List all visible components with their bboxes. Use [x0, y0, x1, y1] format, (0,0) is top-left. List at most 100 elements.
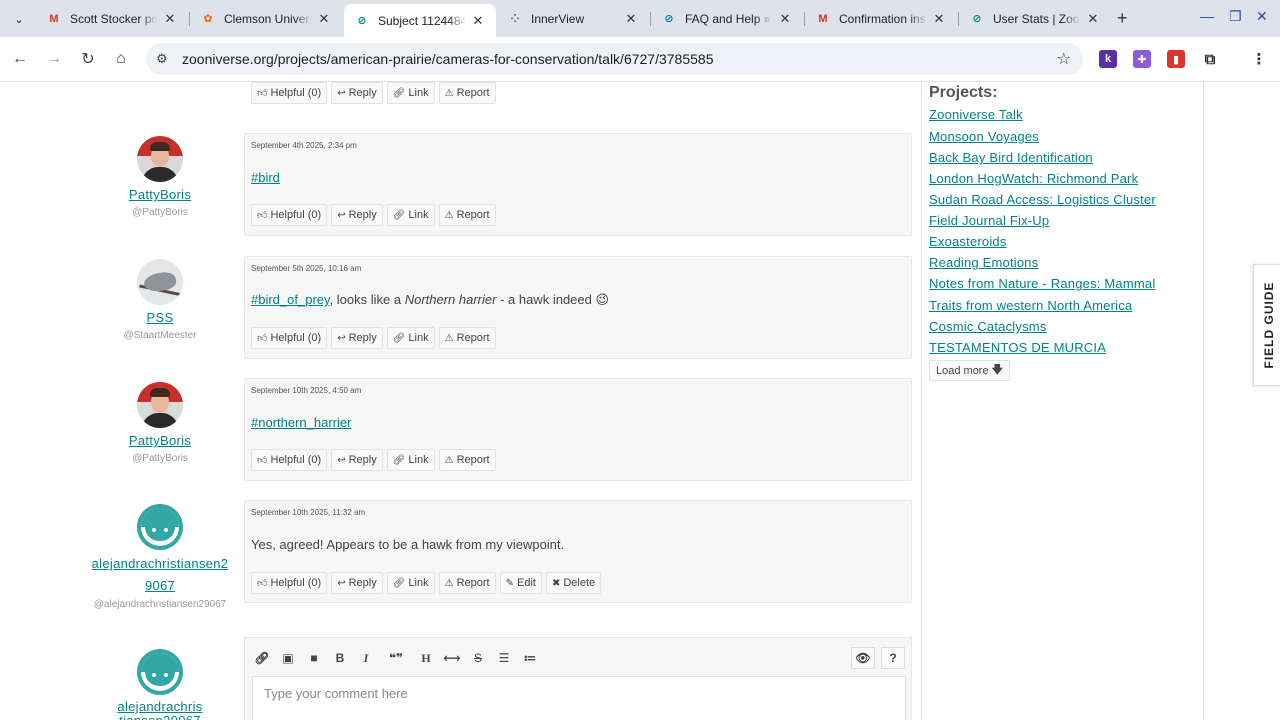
tab-gmail-confirmation[interactable]: M Confirmation ins ✕ [805, 4, 957, 33]
link-button[interactable]: 🔗︎ Link [386, 327, 435, 349]
bookmark-star-icon[interactable]: ☆ [1057, 49, 1071, 69]
project-link[interactable]: London HogWatch: Richmond Park [929, 171, 1138, 186]
avatar[interactable] [137, 504, 183, 550]
extension-red-book-icon[interactable]: ▮ [1167, 50, 1185, 68]
reply-button[interactable]: ↩ Reply [331, 82, 383, 104]
edit-button[interactable]: ✎ Edit [499, 572, 542, 594]
author-name-link[interactable]: alejandrachristiansen29067 [75, 700, 245, 720]
site-settings-icon[interactable]: ⚙ [156, 51, 174, 67]
avatar[interactable] [137, 136, 183, 182]
close-tab-icon[interactable]: ✕ [931, 11, 947, 27]
kebab-menu-icon[interactable]: ⋮ [1250, 50, 1268, 68]
close-tab-icon[interactable]: ✕ [623, 11, 639, 27]
close-tab-icon[interactable]: ✕ [162, 11, 178, 27]
close-tab-icon[interactable]: ✕ [1085, 11, 1101, 27]
report-button[interactable]: ⚠ Report [438, 204, 496, 226]
helpful-button[interactable]: 👍︎ Helpful (0) [251, 327, 328, 349]
link-button[interactable]: 🔗︎ Link [386, 82, 435, 104]
hashtag-link[interactable]: #bird_of_prey [251, 292, 330, 307]
numbered-list-icon[interactable]: ≔ [519, 647, 541, 669]
tab-gmail-scott[interactable]: M Scott Stocker po ✕ [36, 4, 188, 33]
help-question-icon[interactable]: ? [881, 647, 905, 669]
project-link[interactable]: Zooniverse Talk [929, 107, 1023, 122]
project-link[interactable]: Notes from Nature - Ranges: Mammal [929, 276, 1155, 291]
project-link[interactable]: Cosmic Cataclysms [929, 319, 1047, 334]
helpful-button[interactable]: 👍︎ Helpful (0) [251, 449, 328, 471]
tab-search-chevron-icon[interactable]: ⌄ [8, 8, 30, 30]
strikethrough-icon[interactable]: S [467, 647, 489, 669]
link-button[interactable]: 🔗︎ Link [386, 572, 435, 594]
report-button[interactable]: ⚠ Report [438, 449, 496, 471]
preview-eye-icon[interactable]: 👁︎ [851, 647, 875, 669]
avatar[interactable] [137, 649, 183, 695]
home-icon[interactable]: ⌂ [110, 48, 132, 70]
hashtag-link[interactable]: #bird [251, 170, 280, 185]
report-button[interactable]: ⚠ Report [438, 572, 496, 594]
author-name-link[interactable]: PSS [75, 310, 245, 325]
project-link[interactable]: Back Bay Bird Identification [929, 150, 1093, 165]
load-more-button[interactable]: Load more 🡇 [929, 360, 1010, 381]
url-text[interactable]: zooniverse.org/projects/american-prairie… [182, 51, 714, 67]
avatar[interactable] [137, 259, 183, 305]
close-tab-icon[interactable]: ✕ [316, 11, 332, 27]
tab-user-stats[interactable]: ⊘ User Stats | Zoon ✕ [959, 4, 1111, 33]
insert-image-icon[interactable]: ▣ [277, 647, 299, 669]
new-tab-plus-icon[interactable]: + [1117, 8, 1128, 29]
author-name-link[interactable]: PattyBoris [75, 187, 245, 202]
comment-textarea[interactable]: Type your comment here [252, 676, 906, 720]
project-link[interactable]: Sudan Road Access: Logistics Cluster [929, 192, 1156, 207]
author-name-link[interactable]: alejandrachristiansen29067 [75, 553, 245, 597]
helpful-button[interactable]: 👍︎ Helpful (0) [251, 82, 328, 104]
comment-timestamp[interactable]: September 10th 2025, 4:50 am [251, 386, 361, 395]
tab-innerview[interactable]: ⁘ InnerView ✕ [497, 4, 649, 33]
reply-button[interactable]: ↩ Reply [331, 204, 383, 226]
reload-icon[interactable]: ↻ [77, 48, 99, 70]
tab-faq[interactable]: ⊘ FAQ and Help » T ✕ [651, 4, 803, 33]
project-link[interactable]: Reading Emotions [929, 255, 1038, 270]
tab-clemson[interactable]: ✿ Clemson Univers ✕ [190, 4, 342, 33]
reply-button[interactable]: ↩ Reply [331, 449, 383, 471]
avatar[interactable] [137, 382, 183, 428]
project-link[interactable]: Field Journal Fix-Up [929, 213, 1049, 228]
hashtag-link[interactable]: #northern_harrier [251, 415, 351, 430]
comment-timestamp[interactable]: September 5th 2025, 10:16 am [251, 264, 361, 273]
italic-icon[interactable]: I [355, 647, 377, 669]
helpful-button[interactable]: 👍︎ Helpful (0) [251, 572, 328, 594]
author-name-link[interactable]: PattyBoris [75, 433, 245, 448]
report-button[interactable]: ⚠ Report [438, 327, 496, 349]
link-button[interactable]: 🔗︎ Link [386, 449, 435, 471]
bulleted-list-icon[interactable]: ☰ [493, 647, 515, 669]
project-link[interactable]: Monsoon Voyages [929, 129, 1039, 144]
quote-icon[interactable]: ❝❞ [381, 647, 411, 669]
project-link[interactable]: Exoasteroids [929, 234, 1007, 249]
reply-button[interactable]: ↩ Reply [331, 572, 383, 594]
horizontal-rule-icon[interactable]: ⟷ [441, 647, 463, 669]
field-guide-tab[interactable]: FIELD GUIDE [1253, 264, 1280, 386]
insert-video-icon[interactable]: ■ [303, 647, 325, 669]
address-bar[interactable]: ⚙ zooniverse.org/projects/american-prair… [146, 43, 1083, 75]
close-tab-icon[interactable]: ✕ [470, 13, 486, 29]
extension-k-icon[interactable]: k [1099, 50, 1117, 68]
delete-button[interactable]: ✖ Delete [545, 572, 602, 594]
project-link[interactable]: Traits from western North America [929, 298, 1132, 313]
reply-button[interactable]: ↩ Reply [331, 327, 383, 349]
restore-icon[interactable]: ❐ [1229, 8, 1242, 25]
window-close-icon[interactable]: ✕ [1256, 8, 1268, 25]
project-link[interactable]: TESTAMENTOS DE MURCIA [929, 340, 1106, 355]
forward-arrow-icon[interactable]: → [43, 48, 65, 70]
minimize-icon[interactable]: — [1200, 8, 1214, 24]
insert-link-icon[interactable]: 🔗︎ [251, 647, 273, 669]
back-arrow-icon[interactable]: ← [9, 48, 31, 70]
extension-puzzle-purple-icon[interactable]: ✚ [1133, 50, 1151, 68]
comment-timestamp[interactable]: September 10th 2025, 11:32 am [251, 508, 365, 517]
editor-toolbar: 🔗︎ ▣ ■ B I ❝❞ H ⟷ S ☰ ≔ [251, 647, 541, 669]
helpful-button[interactable]: 👍︎ Helpful (0) [251, 204, 328, 226]
report-button[interactable]: ⚠ Report [438, 82, 496, 104]
link-button[interactable]: 🔗︎ Link [386, 204, 435, 226]
bold-icon[interactable]: B [329, 647, 351, 669]
close-tab-icon[interactable]: ✕ [777, 11, 793, 27]
extensions-puzzle-icon[interactable]: ⧉ [1201, 50, 1219, 68]
heading-icon[interactable]: H [415, 647, 437, 669]
tab-subject-active[interactable]: ⊘ Subject 1124484 ✕ [344, 4, 496, 37]
comment-timestamp[interactable]: September 4th 2025, 2:34 pm [251, 141, 357, 150]
